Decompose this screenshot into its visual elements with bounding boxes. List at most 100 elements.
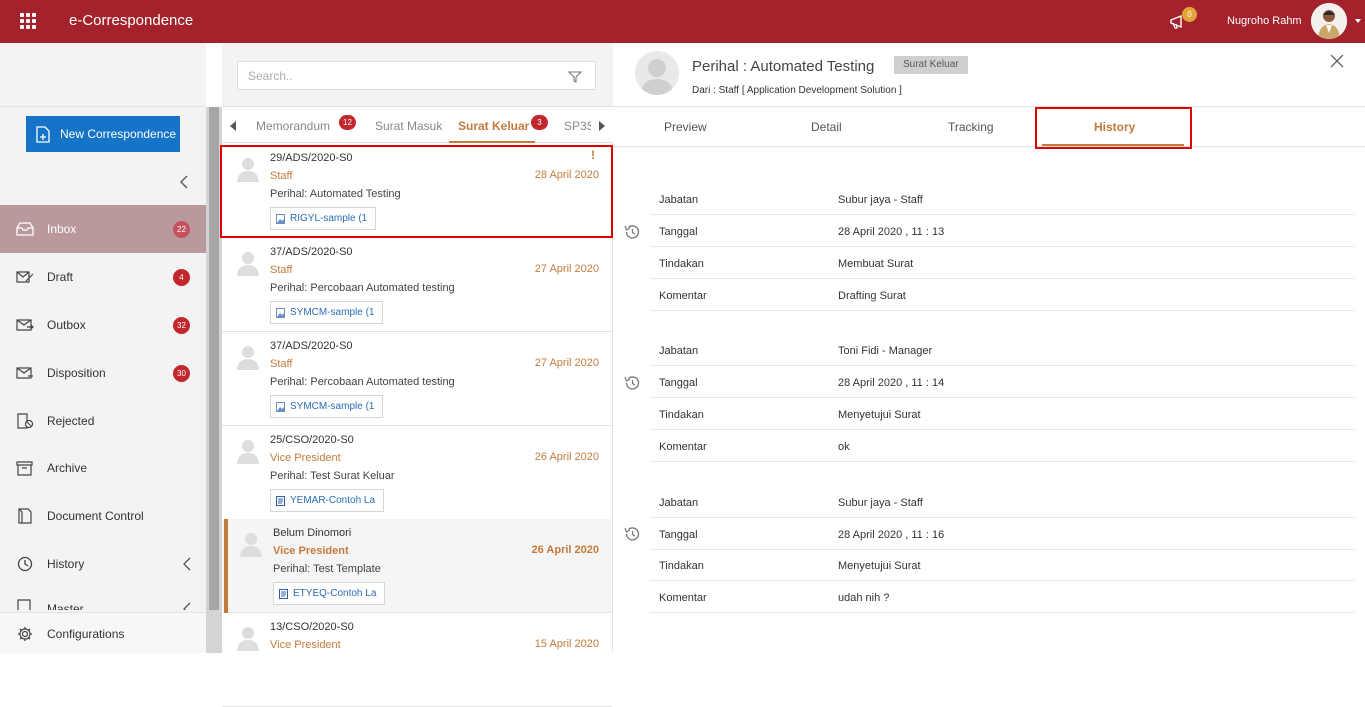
attachment-chip[interactable]: SYMCM-sample (1 [270,395,384,418]
list-item[interactable]: 29/ADS/2020-S0 ! Staff 28 April 2020 Per… [222,144,612,238]
sidebar-item-document-control[interactable]: Document Control [0,492,206,540]
sidebar-item-outbox[interactable]: Outbox 32 [0,301,206,349]
tab-preview[interactable]: Preview [664,120,707,134]
sender-avatar-icon [237,252,259,276]
configurations-item[interactable]: Configurations [0,612,222,653]
tab-surat-masuk[interactable]: Surat Masuk [375,119,442,133]
user-avatar[interactable] [1311,3,1347,39]
search-placeholder: Search.. [248,69,293,83]
history-key: Jabatan [659,497,699,509]
attachment-chip[interactable]: RIGYL-sample (1 [270,207,377,230]
history-icon [624,225,640,239]
history-value: Membuat Surat [838,258,914,270]
history-value: Subur jaya - Staff [838,497,923,509]
app-grid-icon[interactable] [20,13,36,29]
attachment-name: RIGYL-sample (1 [290,213,368,224]
letter-date: 26 April 2020 [534,451,599,463]
search-bar: Search.. [222,43,613,107]
active-tab-indicator [449,141,535,143]
new-correspondence-button[interactable]: New Correspondence [26,116,180,152]
sidebar-item-master[interactable]: Master [0,586,206,610]
list-item[interactable]: 25/CSO/2020-S0 Vice President 26 April 2… [222,426,612,520]
history-key: Komentar [659,441,707,453]
history-row: Jabatan Subur jaya - Staff [650,486,1355,518]
list-item[interactable]: 37/ADS/2020-S0 Staff 27 April 2020 Perih… [222,332,612,426]
attachment-chip[interactable]: YEMAR-Contoh La [270,489,385,512]
history-value: 28 April 2020 , 11 : 13 [838,226,945,238]
letter-number: 37/ADS/2020-S0 [270,340,353,352]
tab-detail[interactable]: Detail [811,120,842,134]
sidebar: New Correspondence Inbox 22 Draft 4 Outb… [0,43,222,653]
search-input[interactable]: Search.. [237,61,596,90]
sidebar-item-label: Master [47,602,84,610]
sender-role: Vice President [273,545,349,557]
sidebar-item-draft[interactable]: Draft 4 [0,253,206,301]
letter-date: 28 April 2020 [534,169,599,181]
attachment-chip[interactable]: SYMCM-sample (1 [270,301,384,324]
tabs-scroll-left-icon[interactable] [230,121,236,131]
detail-title: Perihal : Automated Testing [692,58,875,75]
user-menu-caret-icon[interactable] [1355,19,1361,23]
chevron-left-icon[interactable] [182,557,192,571]
sender-avatar-icon [237,627,259,651]
history-value: 28 April 2020 , 11 : 14 [838,377,945,389]
sidebar-header [0,43,206,107]
configurations-label: Configurations [47,627,125,641]
history-key: Komentar [659,592,707,604]
new-correspondence-label: New Correspondence [60,127,177,141]
sender-avatar [635,51,679,95]
surat-keluar-count-badge: 3 [531,115,548,130]
sidebar-item-inbox[interactable]: Inbox 22 [0,205,206,253]
list-item-selected[interactable]: Belum Dinomori Vice President 26 April 2… [222,519,612,613]
list-item[interactable]: 37/ADS/2020-S0 Staff 27 April 2020 Perih… [222,238,612,332]
collapse-sidebar-icon[interactable] [178,175,190,189]
attachment-name: SYMCM-sample (1 [290,307,375,318]
tab-sp3s[interactable]: SP3S [564,119,591,133]
filter-icon[interactable] [568,71,582,83]
sidebar-scrollbar-thumb[interactable] [209,107,219,610]
tab-memorandum[interactable]: Memorandum [256,119,330,133]
word-file-icon [276,496,285,506]
letter-date: 27 April 2020 [534,263,599,275]
active-tab-indicator [1042,144,1184,146]
detail-sender: Dari : Staff [ Application Development S… [692,85,902,96]
tab-history[interactable]: History [1094,120,1135,134]
attachment-name: SYMCM-sample (1 [290,401,375,412]
tab-surat-keluar[interactable]: Surat Keluar [458,119,529,133]
sidebar-item-rejected[interactable]: Rejected [0,397,206,445]
history-row: Komentar Drafting Surat [650,279,1355,311]
sidebar-item-label: Archive [47,461,88,475]
outbox-count-badge: 32 [173,316,190,334]
archive-icon [16,461,33,476]
sidebar-item-archive[interactable]: Archive [0,444,206,492]
sidebar-item-history[interactable]: History [0,540,206,588]
tab-tracking[interactable]: Tracking [948,120,994,134]
attachment-name: ETYEQ-Contoh La [293,588,377,599]
sender-role: Vice President [270,639,341,651]
history-key: Tanggal [659,529,698,541]
letter-subject: Perihal: Test Surat Keluar [270,470,395,482]
letter-subject: Perihal: Test Template [273,563,381,575]
history-value: Menyetujui Surat [838,409,921,421]
history-key: Tanggal [659,377,698,389]
letter-type-badge: Surat Keluar [894,56,968,74]
detail-panel: Perihal : Automated Testing Surat Keluar… [613,43,1365,653]
sender-avatar-icon [237,158,259,182]
history-key: Tindakan [659,409,704,421]
history-value: 28 April 2020 , 11 : 16 [838,529,945,541]
close-icon[interactable] [1330,54,1344,68]
tabs-scroll-right-icon[interactable] [599,121,605,131]
disposition-count-badge: 30 [173,364,190,382]
history-row: Tindakan Menyetujui Surat [650,549,1355,581]
memorandum-count-badge: 12 [339,115,356,130]
gear-icon [18,627,32,641]
chevron-left-icon[interactable] [182,602,192,610]
history-value: udah nih ? [838,592,890,604]
user-name[interactable]: Nugroho Rahm [1227,15,1302,27]
inbox-count-badge: 22 [173,220,190,238]
letter-date: 26 April 2020 [531,544,599,556]
attachment-chip[interactable]: ETYEQ-Contoh La [273,582,386,605]
sidebar-item-disposition[interactable]: Disposition 30 [0,349,206,397]
history-row: Tanggal 28 April 2020 , 11 : 13 [650,215,1355,247]
list-item[interactable]: 13/CSO/2020-S0 Vice President 15 April 2… [222,613,612,707]
